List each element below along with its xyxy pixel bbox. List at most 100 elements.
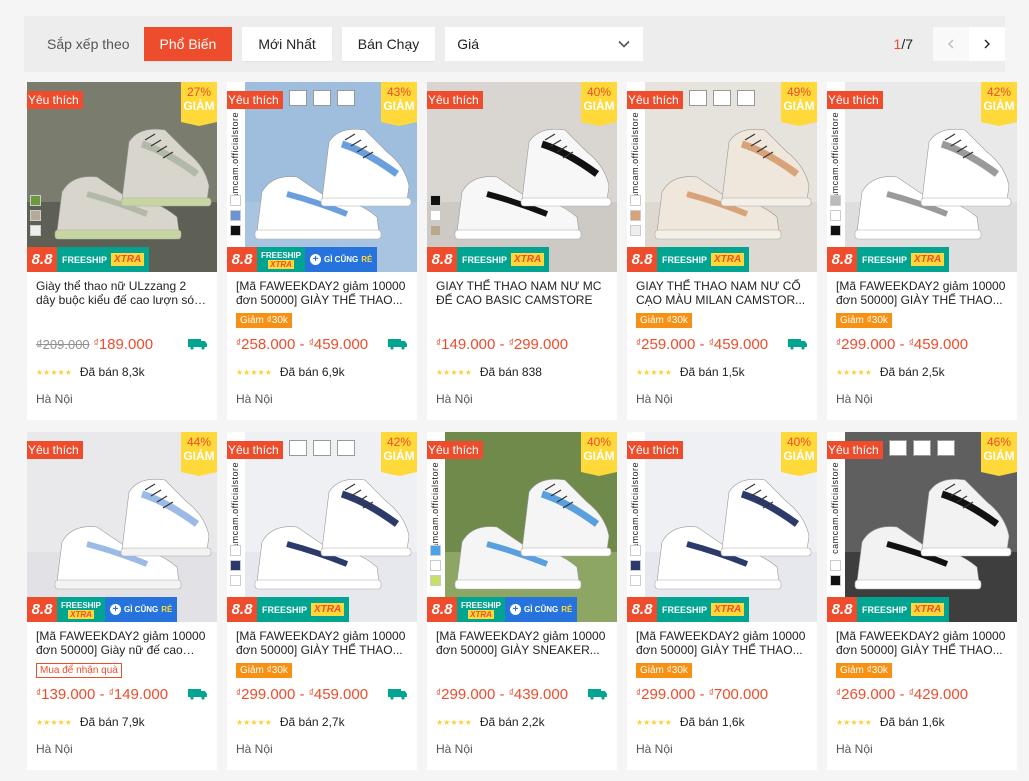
rating-row: ★★★★★ Đã bán 1,6k xyxy=(836,715,1008,729)
product-image[interactable]: Yêu thích 27% GIẢM 8.8 FREESHIP XTRA xyxy=(27,82,217,272)
color-swatch xyxy=(230,210,241,221)
product-title[interactable]: [Mã FAWEEKDAY2 giảm 10000 đơn 50000] GIÀ… xyxy=(236,279,408,307)
discount-badge: 40% GIẢM xyxy=(781,432,817,476)
brand-text: camcam.officialstore xyxy=(830,112,840,204)
price-row: ₫299.000 - ₫459.000 xyxy=(236,685,408,703)
favorite-badge: Yêu thích xyxy=(627,441,683,459)
product-card[interactable]: camcam.officialstore Yêu thích 40% GIẢM … xyxy=(427,432,617,770)
sale-price: ₫139.000 - ₫149.000 xyxy=(36,685,169,703)
promo-bar: 8.8 FREESHIP XTRA + GÌ CŨNG RẺ xyxy=(427,597,617,622)
mall-88-badge: 8.8 xyxy=(827,247,857,272)
product-image[interactable]: camcam.officialstore Yêu thích 49% GIẢM … xyxy=(627,82,817,272)
sort-newest-button[interactable]: Mới Nhất xyxy=(242,27,332,61)
product-title[interactable]: [Mã FAWEEKDAY2 giảm 10000 đơn 50000] GIÀ… xyxy=(236,629,408,657)
product-card[interactable]: camcam.officialstore Yêu thích 42% GIẢM … xyxy=(827,82,1017,420)
rating-row: ★★★★★ Đã bán 7,9k xyxy=(36,715,208,729)
freeship-text: FREESHIP xyxy=(862,254,908,265)
product-card[interactable]: camcam.officialstore Yêu thích 42% GIẢM … xyxy=(227,432,417,770)
gift-tag: Mua để nhận quà xyxy=(36,663,122,678)
discount-percent: 40% xyxy=(586,435,612,449)
gi-cung-text: GÌ CŨNG xyxy=(124,605,159,614)
product-info: [Mã FAWEEKDAY2 giảm 10000 đơn 50000] GIÀ… xyxy=(827,272,1017,406)
product-title[interactable]: [Mã FAWEEKDAY2 giảm 10000 đơn 50000] GIÀ… xyxy=(836,629,1008,657)
product-title[interactable]: [Mã FAWEEKDAY2 giảm 10000 đơn 50000] GIÀ… xyxy=(436,629,608,657)
product-image[interactable]: camcam.officialstore Yêu thích 43% GIẢM … xyxy=(227,82,417,272)
price-row: ₫259.000 - ₫459.000 xyxy=(636,335,808,353)
favorite-badge: Yêu thích xyxy=(627,91,683,109)
currency-symbol: ₫ xyxy=(836,337,842,349)
brand-watermark: camcam.officialstore xyxy=(827,82,845,272)
discount-label: GIẢM xyxy=(983,99,1015,113)
freeship-xtra-badge: FREESHIP XTRA xyxy=(457,247,550,272)
certificate-icon xyxy=(713,90,731,106)
price-row: ₫269.000 - ₫429.000 xyxy=(836,685,1008,703)
sale-price: ₫299.000 - ₫439.000 xyxy=(436,685,569,703)
discount-label: GIẢM xyxy=(183,449,215,463)
product-location: Hà Nội xyxy=(236,742,273,756)
rating-row: ★★★★★ Đã bán 2,7k xyxy=(236,715,408,729)
price-row: ₫299.000 - ₫439.000 xyxy=(436,685,608,703)
free-shipping-truck-icon xyxy=(188,339,207,350)
product-title[interactable]: GIAY THỂ THAO NAM NƯ MC ĐẾ CAO BASIC CAM… xyxy=(436,279,608,307)
product-image[interactable]: Yêu thích 40% GIẢM 8.8 FREESHIP XTRA xyxy=(427,82,617,272)
product-card[interactable]: Yêu thích 40% GIẢM 8.8 FREESHIP XTRA GIAY … xyxy=(427,82,617,420)
sold-count: Đã bán 8,3k xyxy=(79,365,145,379)
color-swatch xyxy=(30,195,41,206)
sort-bestselling-button[interactable]: Bán Chạy xyxy=(341,27,436,61)
product-title[interactable]: [Mã FAWEEKDAY2 giảm 10000 đơn 50000] GIÀ… xyxy=(836,279,1008,307)
brand-watermark: camcam.officialstore xyxy=(227,82,245,272)
color-swatch xyxy=(630,560,641,571)
product-title[interactable]: Giày thể thao nữ ULzzang 2 dây buộc kiểu… xyxy=(36,279,208,307)
xtra-text: XTRA xyxy=(711,253,745,266)
certificate-icon xyxy=(337,440,355,456)
color-swatch xyxy=(230,560,241,571)
freeship-xtra-badge: FREESHIP XTRA xyxy=(657,597,750,622)
currency-symbol: ₫ xyxy=(708,687,714,699)
product-card[interactable]: camcam.officialstore Yêu thích 43% GIẢM … xyxy=(227,82,417,420)
product-card[interactable]: camcam.officialstore Yêu thích 49% GIẢM … xyxy=(627,82,817,420)
price-row: ₫209.000 ₫189.000 xyxy=(36,335,208,353)
sale-price: ₫269.000 - ₫429.000 xyxy=(836,685,969,703)
next-page-button[interactable] xyxy=(969,27,1005,61)
product-image[interactable]: camcam.officialstore Yêu thích 42% GIẢM … xyxy=(227,432,417,622)
xtra-text: XTRA xyxy=(68,609,94,619)
color-swatch xyxy=(630,195,641,206)
product-title[interactable]: GIAY THỂ THAO NAM NƯ CỔ CẠO MÀU MILAN CA… xyxy=(636,279,808,307)
voucher-tag: Giảm ₫30k xyxy=(836,313,892,328)
product-location: Hà Nội xyxy=(436,742,473,756)
currency-symbol: ₫ xyxy=(508,687,514,699)
color-swatch xyxy=(430,545,441,556)
product-image[interactable]: camcam.officialstore Yêu thích 40% GIẢM … xyxy=(627,432,817,622)
discount-label: GIẢM xyxy=(583,99,615,113)
product-image[interactable]: camcam.officialstore Yêu thích 42% GIẢM … xyxy=(827,82,1017,272)
rating-row: ★★★★★ Đã bán 1,6k xyxy=(636,715,808,729)
voucher-tag: Giảm ₫30k xyxy=(836,663,892,678)
voucher-tag: Giảm ₫30k xyxy=(636,313,692,328)
discount-badge: 43% GIẢM xyxy=(381,82,417,126)
rating-row: ★★★★★ Đã bán 2,5k xyxy=(836,365,1008,379)
product-card[interactable]: Yêu thích 44% GIẢM 8.8 FREESHIP XTRA + GÌ CŨ… xyxy=(27,432,217,770)
product-card[interactable]: Yêu thích 27% GIẢM 8.8 FREESHIP XTRA Giày … xyxy=(27,82,217,420)
product-title[interactable]: [Mã FAWEEKDAY2 giảm 10000 đơn 50000] GIÀ… xyxy=(636,629,808,657)
certificate-icon xyxy=(889,440,907,456)
sort-popular-button[interactable]: Phổ Biến xyxy=(143,27,233,61)
color-swatch xyxy=(30,225,41,236)
product-image[interactable]: camcam.officialstore Yêu thích 40% GIẢM … xyxy=(427,432,617,622)
price-row: ₫299.000 - ₫700.000 xyxy=(636,685,808,703)
product-card[interactable]: camcam.officialstore Yêu thích 46% GIẢM … xyxy=(827,432,1017,770)
certificate-icon xyxy=(737,90,755,106)
product-image[interactable]: camcam.officialstore Yêu thích 46% GIẢM … xyxy=(827,432,1017,622)
sold-count: Đã bán 1,6k xyxy=(879,715,945,729)
certificate-icon xyxy=(337,90,355,106)
product-card[interactable]: camcam.officialstore Yêu thích 40% GIẢM … xyxy=(627,432,817,770)
price-sort-select[interactable]: Giá xyxy=(445,27,644,61)
rating-stars: ★★★★★ xyxy=(236,717,272,727)
product-title[interactable]: [Mã FAWEEKDAY2 giảm 10000 đơn 50000] Già… xyxy=(36,629,208,657)
product-image[interactable]: Yêu thích 44% GIẢM 8.8 FREESHIP XTRA + GÌ CŨ… xyxy=(27,432,217,622)
certificate-icon xyxy=(913,440,931,456)
chevron-right-icon xyxy=(984,39,990,49)
mall-88-badge: 8.8 xyxy=(827,597,857,622)
product-info: GIAY THỂ THAO NAM NƯ CỔ CẠO MÀU MILAN CA… xyxy=(627,272,817,406)
prev-page-button[interactable] xyxy=(933,27,969,61)
product-location: Hà Nội xyxy=(236,392,273,406)
